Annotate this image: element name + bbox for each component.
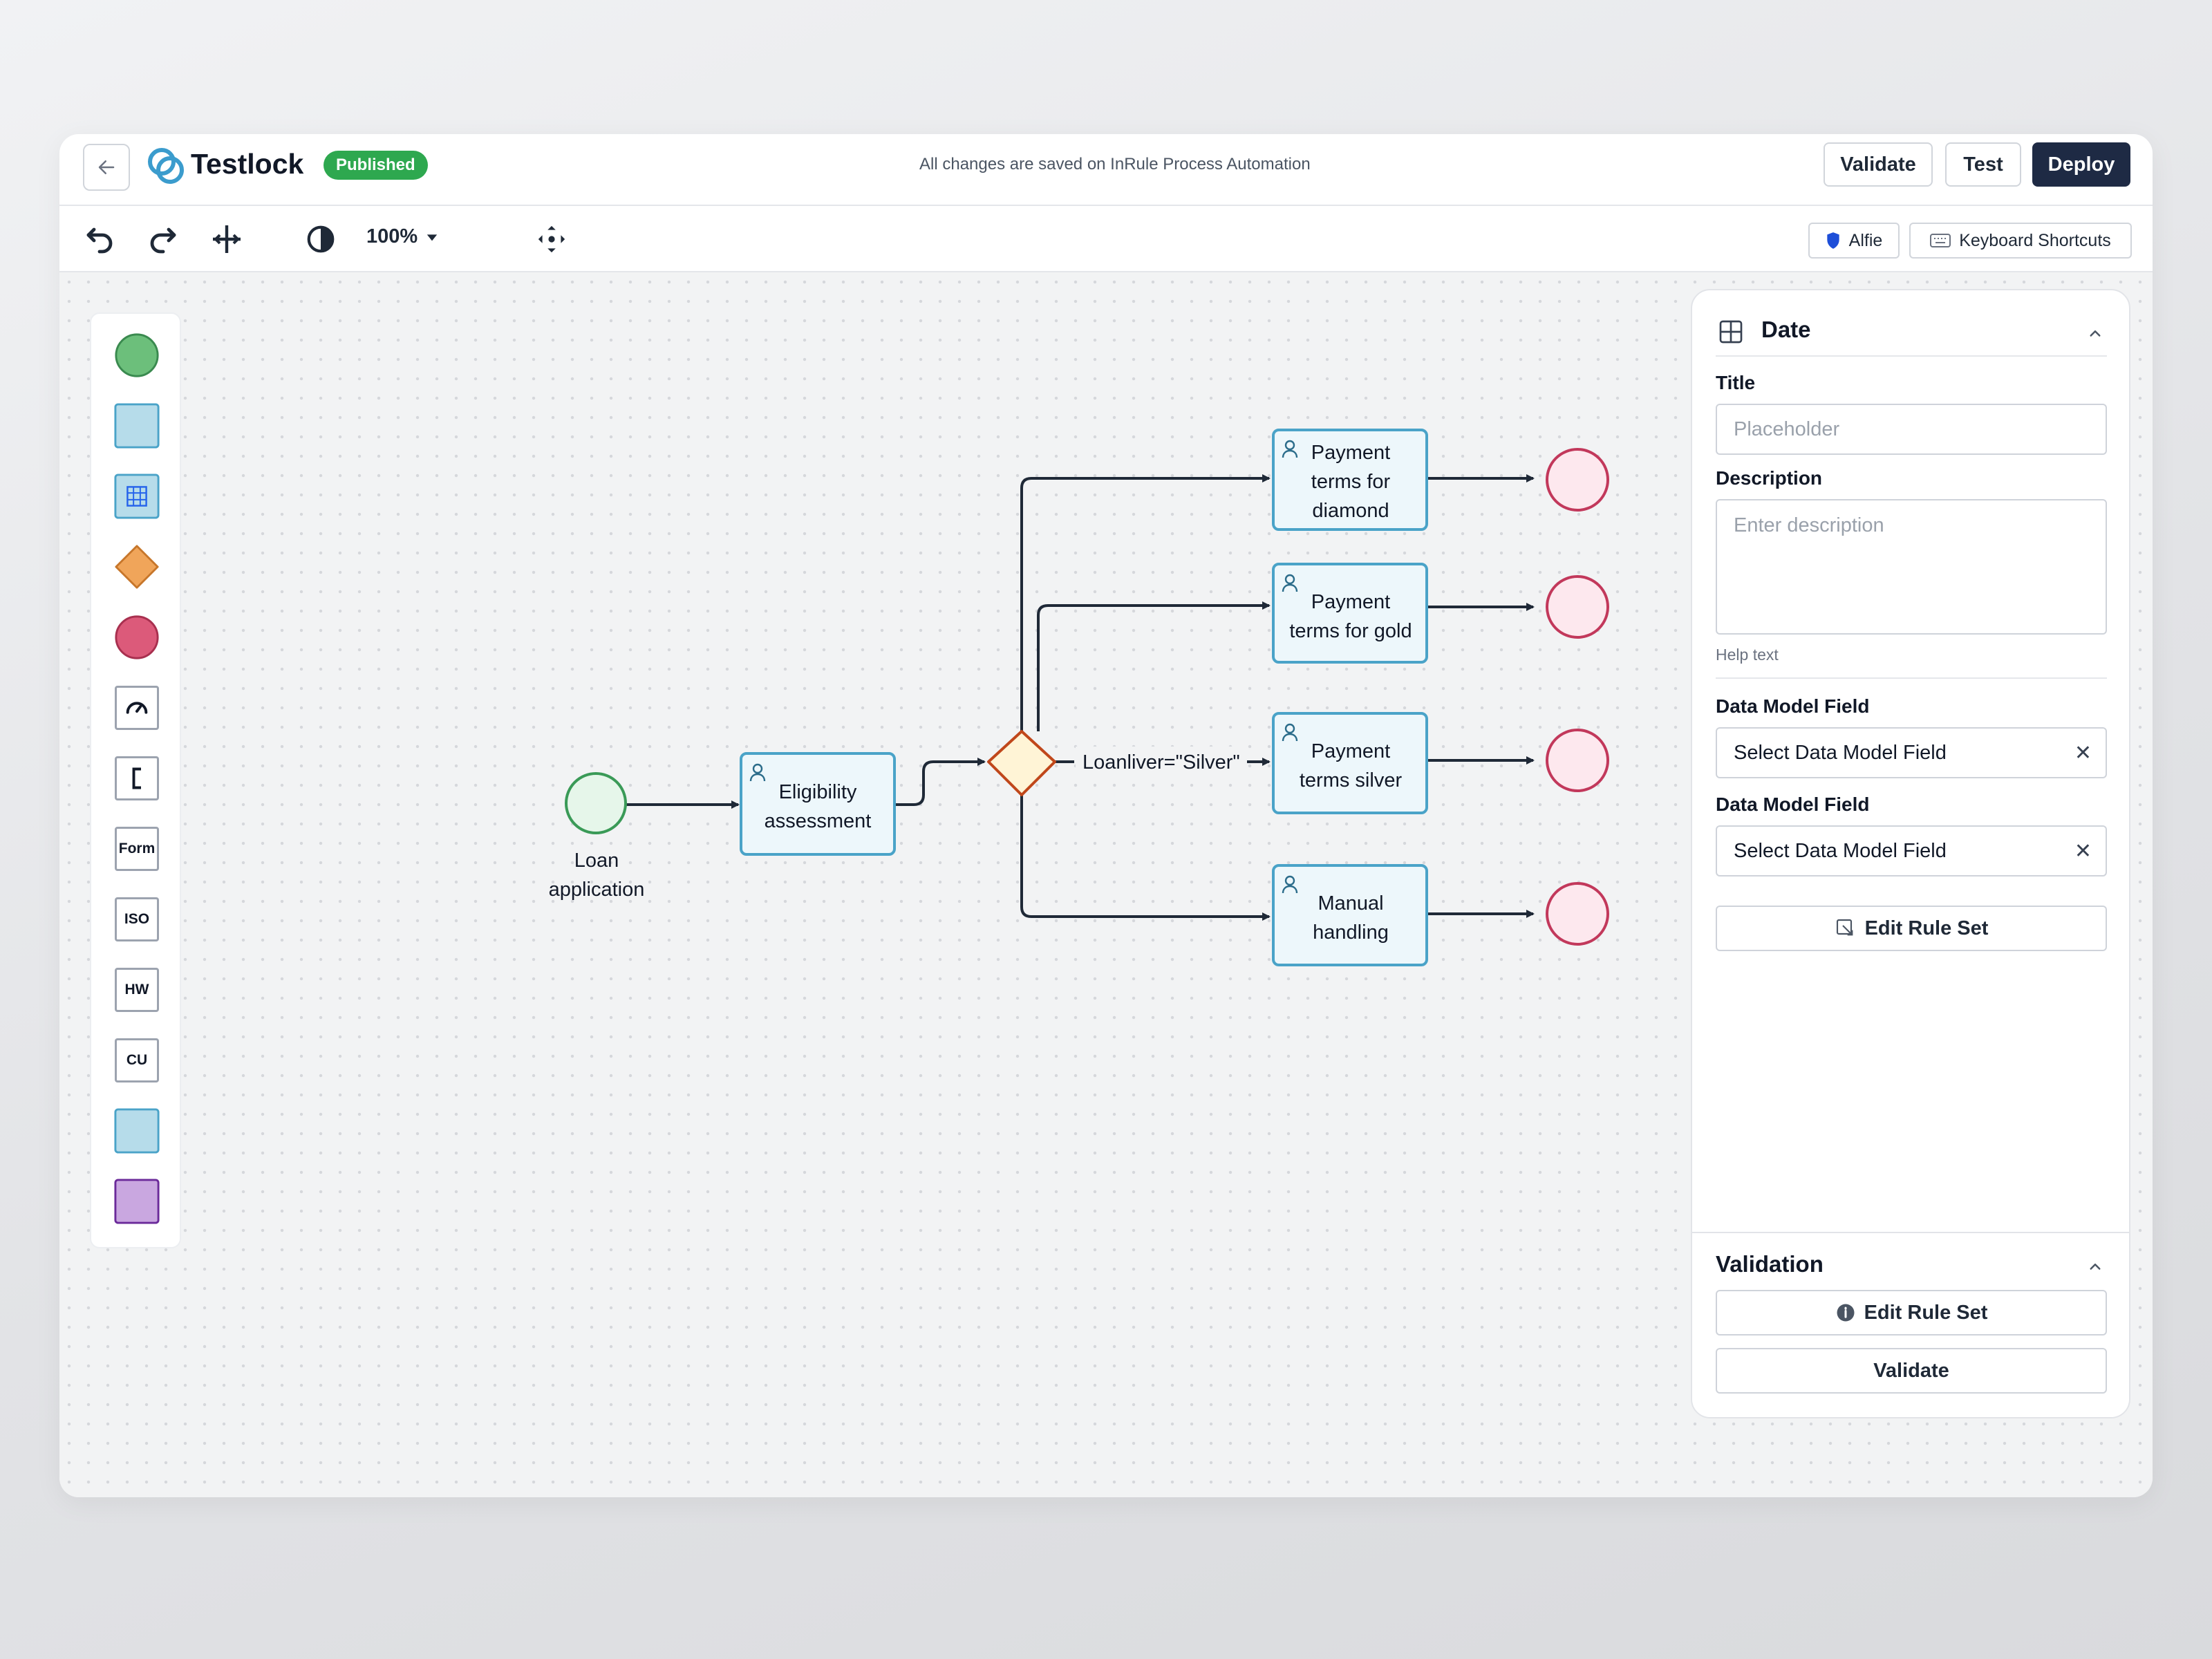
zoom-select[interactable]: 100% <box>366 225 438 248</box>
start-event-label-2: application <box>549 879 645 901</box>
keyboard-shortcuts-button[interactable]: Keyboard Shortcuts <box>1909 223 2132 259</box>
end-event-gold[interactable] <box>1546 575 1609 639</box>
task-label: diamond <box>1312 500 1389 522</box>
task-label: assessment <box>765 810 872 832</box>
redo-icon <box>150 227 176 254</box>
end-event-silver[interactable] <box>1546 729 1609 792</box>
fit-view-button[interactable] <box>532 220 571 259</box>
chevron-up-icon[interactable] <box>2085 1257 2106 1277</box>
data-model-field-value: Select Data Model Field <box>1734 741 1947 764</box>
caret-down-icon <box>427 234 438 241</box>
title-input[interactable]: Placeholder <box>1716 404 2107 455</box>
properties-panel: Date Title Placeholder Description Enter… <box>1691 289 2130 1418</box>
undo-button[interactable] <box>80 220 119 259</box>
task-label: terms for <box>1311 471 1391 493</box>
task-label: Payment <box>1311 442 1390 464</box>
edit-rule-set-button[interactable]: Edit Rule Set <box>1716 906 2107 951</box>
alfie-button[interactable]: Alfie <box>1808 223 1900 259</box>
task-eligibility-assessment[interactable]: Eligibility assessment <box>740 752 896 856</box>
validate-button[interactable]: Validate <box>1824 142 1933 187</box>
contrast-toggle[interactable] <box>301 220 340 259</box>
panel-divider <box>1716 677 2107 679</box>
contrast-icon <box>307 225 335 253</box>
clear-icon[interactable]: ✕ <box>2074 839 2092 863</box>
app-title: Testlock <box>191 148 304 180</box>
test-button[interactable]: Test <box>1945 142 2021 187</box>
process-diagram: Loan application Eligibility assessment … <box>549 429 1609 966</box>
edit-rules-icon <box>1836 919 1853 936</box>
back-button[interactable] <box>83 144 130 191</box>
clear-icon[interactable]: ✕ <box>2074 741 2092 765</box>
app-logo-icon <box>148 148 184 184</box>
condition-label-silver: Loanliver="Silver" <box>1082 751 1240 774</box>
chevron-up-icon[interactable] <box>2085 324 2106 344</box>
title-label: Title <box>1716 372 1756 393</box>
panel-header: Date <box>1716 314 2107 357</box>
app-window: Testlock Published All changes are saved… <box>59 134 2153 1497</box>
end-event-manual[interactable] <box>1546 882 1609 946</box>
data-model-field-label: Data Model Field <box>1716 794 1870 815</box>
status-badge: Published <box>324 151 428 180</box>
task-payment-terms-diamond[interactable]: Payment terms for diamond <box>1272 429 1428 531</box>
start-event-loan-application[interactable] <box>565 772 627 834</box>
task-manual-handling[interactable]: Manual handling <box>1272 864 1428 966</box>
arrow-left-icon <box>98 160 115 174</box>
panel-title: Date <box>1761 317 1811 342</box>
flow-gateway-to-manual <box>1020 791 1271 921</box>
deploy-button[interactable]: Deploy <box>2032 142 2130 187</box>
task-label: Payment <box>1311 591 1390 613</box>
task-label: Eligibility <box>779 781 857 803</box>
validation-section: Validation Edit Rule Set Validate <box>1692 1232 2129 1417</box>
task-label: Manual <box>1318 892 1383 915</box>
save-status-text: All changes are saved on InRule Process … <box>919 155 1311 174</box>
task-label: terms silver <box>1300 769 1403 791</box>
exclusive-gateway[interactable] <box>987 730 1056 796</box>
table-grid-icon <box>1719 320 1743 344</box>
move-icon <box>538 225 565 253</box>
shortcuts-label: Keyboard Shortcuts <box>1959 230 2111 250</box>
help-text: Help text <box>1716 646 1779 664</box>
redo-button[interactable] <box>144 220 182 259</box>
validation-edit-rule-set-button[interactable]: Edit Rule Set <box>1716 1290 2107 1335</box>
data-model-field-value: Select Data Model Field <box>1734 839 1947 862</box>
app-header: Testlock Published All changes are saved… <box>59 134 2153 206</box>
flow-eligibility-to-gateway <box>896 758 986 806</box>
description-label: Description <box>1716 467 1823 489</box>
space-tool-button[interactable] <box>207 220 246 259</box>
editor-toolbar: 100% Alfie Keyboard Shortcuts <box>59 206 2153 272</box>
alfie-label: Alfie <box>1848 230 1883 250</box>
end-event-diamond[interactable] <box>1546 448 1609 512</box>
task-label: terms for gold <box>1289 620 1412 642</box>
validation-edit-rule-set-label: Edit Rule Set <box>1864 1301 1988 1324</box>
edit-rule-set-label: Edit Rule Set <box>1864 917 1989 939</box>
flow-gateway-to-gold <box>1037 601 1271 731</box>
validation-validate-button[interactable]: Validate <box>1716 1348 2107 1394</box>
start-event-label-1: Loan <box>574 850 619 872</box>
data-model-field-label: Data Model Field <box>1716 695 1870 717</box>
info-icon <box>1837 1304 1855 1322</box>
data-model-field-select[interactable]: Select Data Model Field ✕ <box>1716 727 2107 778</box>
task-payment-terms-silver[interactable]: Payment terms silver <box>1272 712 1428 814</box>
task-label: Payment <box>1311 740 1390 762</box>
space-tool-icon <box>213 225 241 253</box>
task-label: handling <box>1313 921 1389 944</box>
data-model-field-select[interactable]: Select Data Model Field ✕ <box>1716 825 2107 877</box>
undo-icon <box>86 227 113 254</box>
keyboard-icon <box>1930 234 1951 247</box>
zoom-value: 100% <box>366 225 418 247</box>
description-textarea[interactable]: Enter description <box>1716 499 2107 635</box>
validation-title: Validation <box>1716 1251 1824 1277</box>
shield-icon <box>1827 232 1839 249</box>
task-payment-terms-gold[interactable]: Payment terms for gold <box>1272 563 1428 664</box>
